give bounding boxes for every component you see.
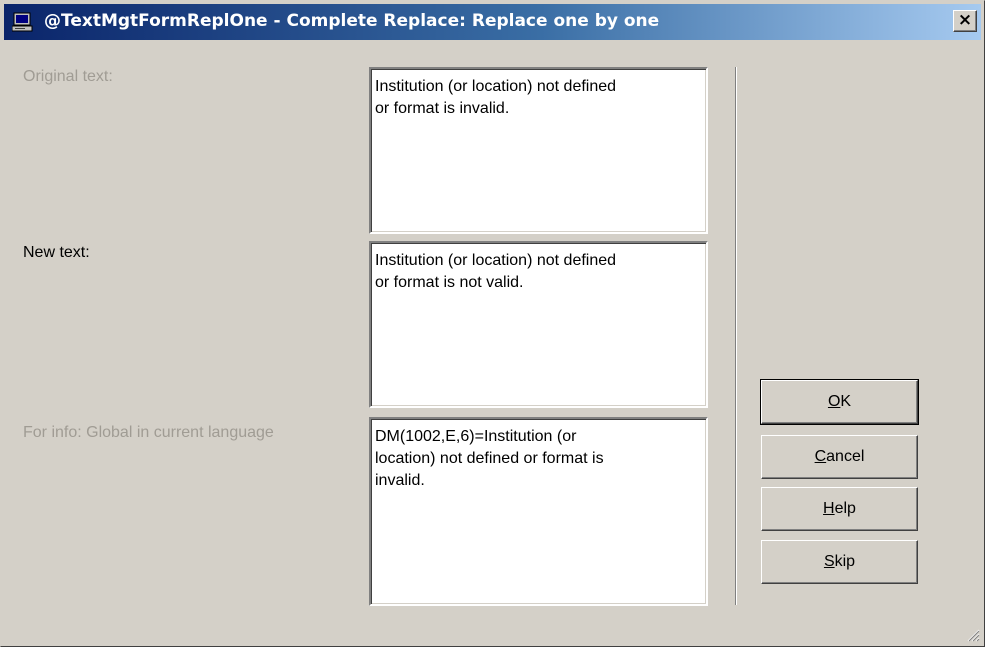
cancel-button[interactable]: Cancel	[761, 435, 918, 479]
new-text-field[interactable]: Institution (or location) not defined or…	[369, 241, 708, 408]
close-button[interactable]: ×	[953, 10, 977, 32]
help-button[interactable]: Help	[761, 487, 918, 531]
original-text-label: Original text:	[23, 68, 113, 85]
close-icon: ×	[957, 10, 973, 30]
dialog-window: @TextMgtFormReplOne - Complete Replace: …	[0, 0, 985, 647]
skip-button[interactable]: Skip	[761, 540, 918, 584]
ok-button[interactable]: OK	[760, 379, 919, 425]
title-bar[interactable]: @TextMgtFormReplOne - Complete Replace: …	[4, 4, 981, 40]
vertical-separator	[735, 67, 737, 605]
computer-icon	[11, 12, 34, 32]
info-label: For info: Global in current language	[23, 424, 274, 441]
original-text-field[interactable]: Institution (or location) not defined or…	[369, 67, 708, 234]
resize-grip-icon[interactable]	[966, 628, 980, 642]
window-title: @TextMgtFormReplOne - Complete Replace: …	[44, 11, 660, 31]
new-text-label: New text:	[23, 244, 90, 261]
info-text-field[interactable]: DM(1002,E,6)=Institution (or location) n…	[369, 417, 708, 606]
